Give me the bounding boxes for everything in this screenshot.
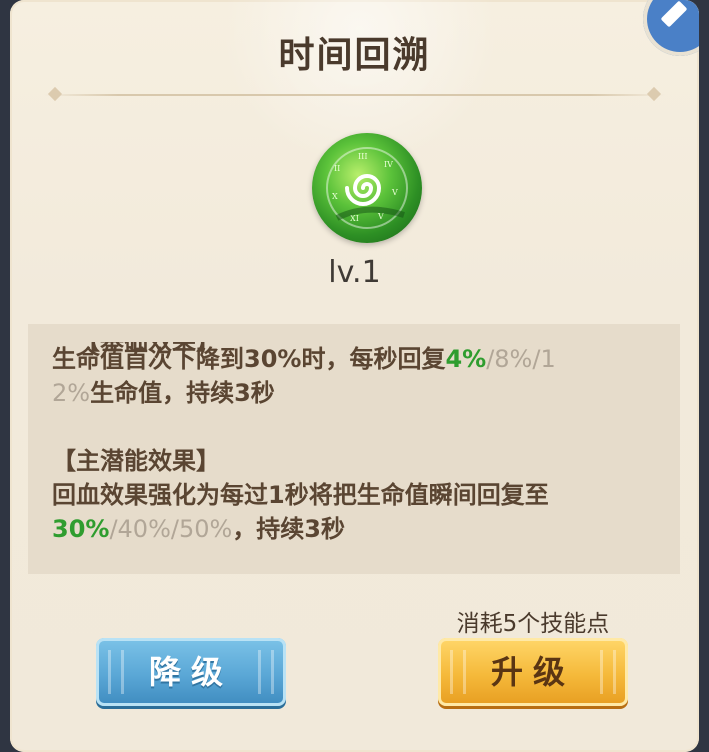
green-clock-swirl-orb-icon: III IV V V XI X II bbox=[312, 133, 422, 243]
svg-text:II: II bbox=[334, 164, 340, 173]
skill-level: lv.1 bbox=[328, 255, 381, 290]
skill-description-box[interactable]: 【基础效果】 生命值首次下降到30%时，每秒回复4%/8%/1 2%生命值，持续… bbox=[28, 324, 680, 574]
upgrade-cost-label: 消耗5个技能点 bbox=[456, 611, 610, 637]
svg-text:V: V bbox=[377, 212, 384, 221]
svg-text:III: III bbox=[358, 152, 367, 161]
base-effect-line-2: 2%生命值，持续3秒 bbox=[52, 379, 275, 407]
main-effect-line-1: 回血效果强化为每过1秒将把生命值瞬间回复至 bbox=[52, 481, 549, 509]
main-value-current: 30% bbox=[52, 515, 110, 543]
base-value-rest: /8%/1 bbox=[486, 345, 556, 373]
base-effect-header: 【基础效果】 bbox=[76, 327, 220, 355]
upgrade-button-label: 升级 bbox=[490, 653, 575, 691]
upgrade-button[interactable]: 升级 bbox=[438, 638, 628, 706]
main-value-rest: /40%/50% bbox=[109, 515, 233, 543]
svg-text:V: V bbox=[391, 188, 398, 197]
skill-detail-panel: 时间回溯 III IV V V XI X II lv.1 【基础效果】 生命值首… bbox=[10, 0, 699, 752]
downgrade-button[interactable]: 降级 bbox=[96, 638, 286, 706]
downgrade-button-label: 降级 bbox=[148, 653, 233, 691]
divider-ornament-left bbox=[47, 86, 63, 102]
main-effect-line-2: 30%/40%/50%，持续3秒 bbox=[52, 515, 346, 543]
skill-description: 【基础效果】 生命值首次下降到30%时，每秒回复4%/8%/1 2%生命值，持续… bbox=[52, 342, 662, 546]
base-value-current: 4% bbox=[445, 345, 487, 373]
skill-title: 时间回溯 bbox=[278, 35, 431, 76]
divider-ornament-right bbox=[646, 86, 662, 102]
svg-text:X: X bbox=[332, 192, 338, 201]
main-effect-header: 【主潜能效果】 bbox=[52, 447, 220, 475]
svg-text:IV: IV bbox=[384, 160, 393, 169]
title-divider bbox=[44, 94, 665, 96]
